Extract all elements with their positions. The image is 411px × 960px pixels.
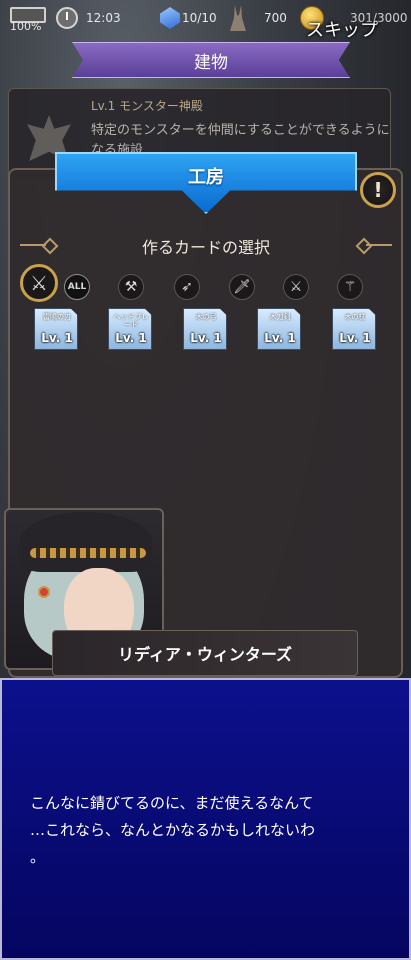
dialogue-box[interactable]: こんなに錆びてるのに、まだ使えるなんて …これなら、なんとかなるかもしれないわ … xyxy=(0,678,411,960)
card-name: 木の杖 xyxy=(344,313,366,321)
bow-icon[interactable]: ➶ xyxy=(174,274,200,300)
clock-time: 12:03 xyxy=(86,11,121,25)
section-title: 作るカードの選択 xyxy=(141,238,270,257)
gem-count: 10/10 xyxy=(182,11,217,25)
card-level: Lv. 1 xyxy=(339,331,371,345)
section-divider-right xyxy=(366,244,392,246)
card-level: Lv. 1 xyxy=(41,331,73,345)
card-name: 木の弓 xyxy=(195,313,217,321)
card-name: 雷鳴の刃 xyxy=(43,313,71,321)
card-item[interactable]: ヘッドブレード Lv. 1 xyxy=(108,308,152,350)
card-level: Lv. 1 xyxy=(115,331,147,345)
buildings-banner: 建物 xyxy=(72,42,350,78)
axe-icon[interactable]: ⚒ xyxy=(118,274,144,300)
crossed-swords-icon[interactable]: ⚔ xyxy=(20,264,58,302)
sword-icon[interactable]: ⚔ xyxy=(283,274,309,300)
speaker-nameplate: リディア・ウィンターズ xyxy=(52,630,358,676)
portrait-hat xyxy=(20,512,152,572)
card-item[interactable]: 木の弓 Lv. 1 xyxy=(183,308,227,350)
card-item[interactable]: 雷鳴の刃 Lv. 1 xyxy=(34,308,78,350)
battery-percent: 100% xyxy=(10,20,42,33)
card-name: 木刀剣 xyxy=(269,313,291,321)
card-name: ヘッドブレード xyxy=(113,313,149,329)
rabbit-icon xyxy=(230,5,246,31)
clock-icon xyxy=(56,7,78,29)
card-level: Lv. 1 xyxy=(190,331,222,345)
rabbit-count: 700 xyxy=(264,11,287,25)
gem-icon xyxy=(160,7,180,29)
portrait-hat-band xyxy=(30,548,146,558)
card-item[interactable]: 木の杖 Lv. 1 xyxy=(332,308,376,350)
card-level: Lv. 1 xyxy=(264,331,296,345)
portrait-earring xyxy=(38,586,50,598)
all-filter-button[interactable]: ALL xyxy=(64,274,90,300)
card-item[interactable]: 木刀剣 Lv. 1 xyxy=(257,308,301,350)
staff-icon[interactable]: ⚚ xyxy=(337,274,363,300)
skip-button[interactable]: スキップ xyxy=(306,16,378,42)
building-title: Lv.1 モンスター神殿 xyxy=(91,99,203,113)
dagger-icon[interactable]: 🗡 xyxy=(229,274,255,300)
help-button[interactable]: ! xyxy=(360,172,396,208)
dialogue-text: こんなに錆びてるのに、まだ使えるなんて …これなら、なんとかなるかもしれないわ … xyxy=(30,794,316,866)
